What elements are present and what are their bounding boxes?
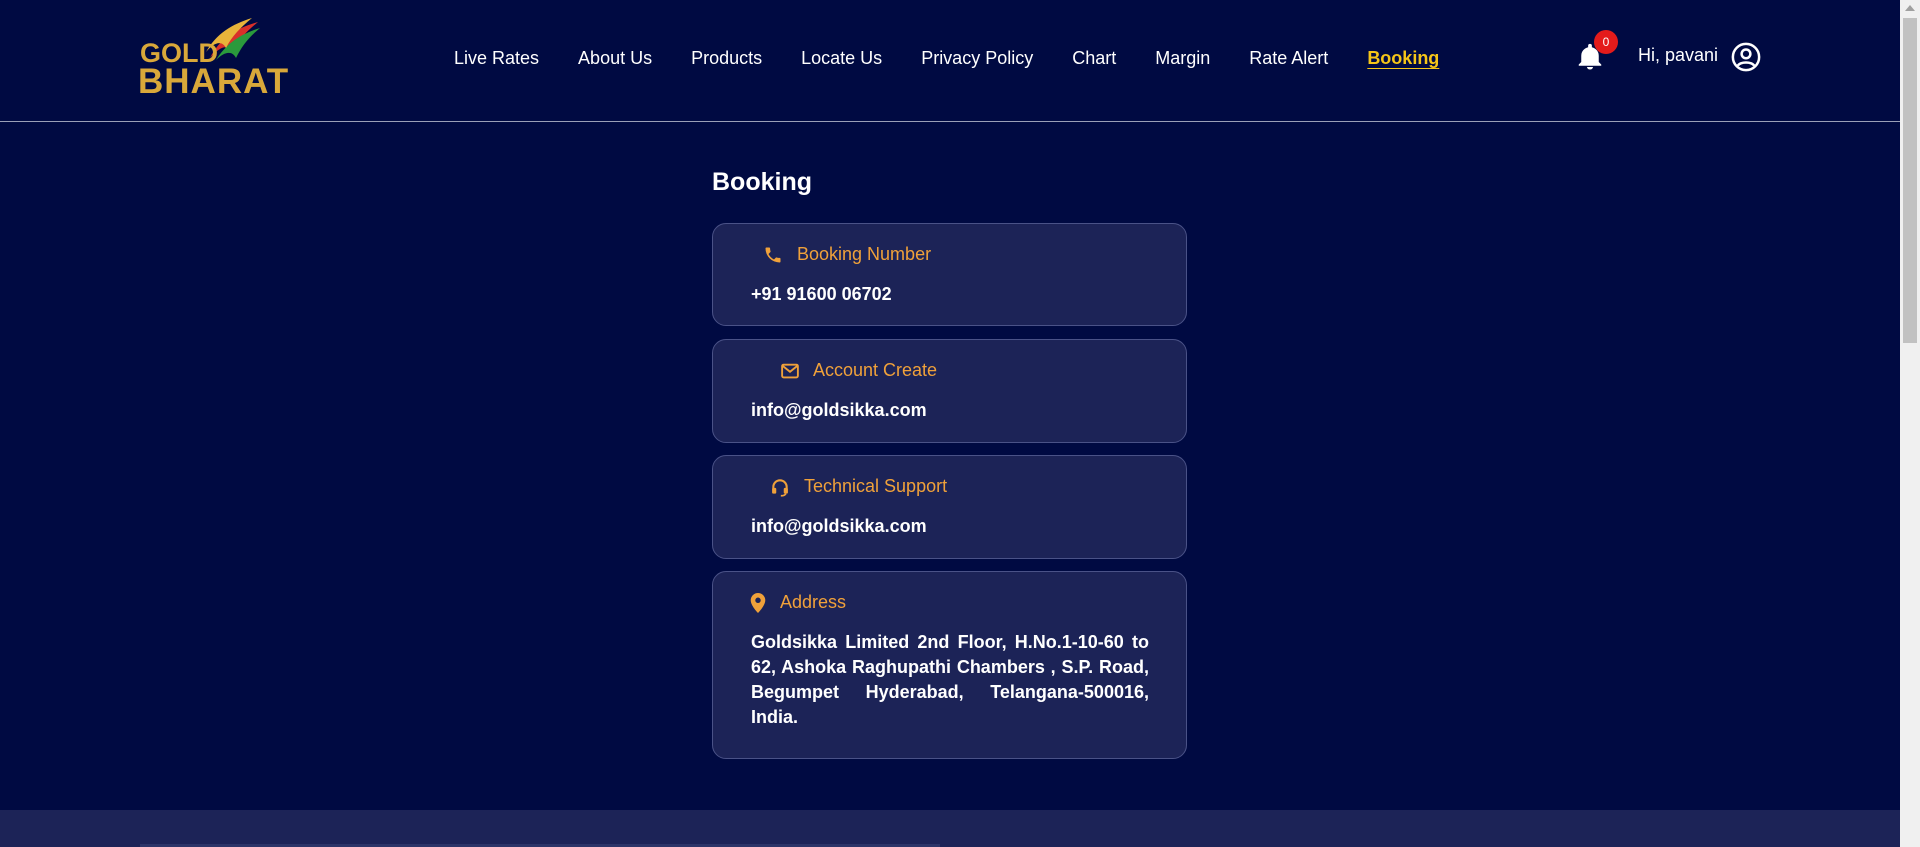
account-create-card: Account Create info@goldsikka.com: [712, 339, 1187, 443]
booking-number-card: Booking Number +91 91600 06702: [712, 223, 1187, 326]
nav-locate-us[interactable]: Locate Us: [801, 46, 882, 70]
card-label: Booking Number: [797, 244, 932, 264]
card-label: Technical Support: [804, 476, 948, 496]
technical-support-card: Technical Support info@goldsikka.com: [712, 455, 1187, 559]
card-header: Account Create: [781, 360, 937, 381]
nav-rate-alert[interactable]: Rate Alert: [1249, 46, 1328, 70]
scroll-thumb[interactable]: [1903, 18, 1917, 343]
booking-phone-number[interactable]: +91 91600 06702: [751, 284, 892, 305]
page-scrollbar[interactable]: [1900, 0, 1920, 847]
nav-live-rates[interactable]: Live Rates: [454, 46, 539, 70]
booking-page: GOLD BHARAT Live Rates About Us Products…: [0, 0, 1920, 847]
logo-text-bharat: BHARAT: [138, 62, 290, 101]
location-pin-icon: [750, 592, 766, 613]
envelope-icon: [781, 363, 799, 378]
phone-icon: [765, 247, 781, 262]
main-nav: Live Rates About Us Products Locate Us P…: [454, 46, 1478, 70]
account-email[interactable]: info@goldsikka.com: [751, 400, 927, 421]
nav-about-us[interactable]: About Us: [578, 46, 652, 70]
card-header: Address: [750, 592, 846, 613]
gold-bharat-logo[interactable]: GOLD BHARAT: [138, 18, 298, 101]
support-email[interactable]: info@goldsikka.com: [751, 516, 927, 537]
user-circle-icon[interactable]: [1731, 42, 1761, 72]
nav-privacy-policy[interactable]: Privacy Policy: [921, 46, 1033, 70]
address-card: Address Goldsikka Limited 2nd Floor, H.N…: [712, 571, 1187, 759]
nav-products[interactable]: Products: [691, 46, 762, 70]
notification-count-badge: 0: [1594, 30, 1618, 54]
card-label: Address: [780, 592, 847, 612]
nav-chart[interactable]: Chart: [1072, 46, 1116, 70]
nav-booking[interactable]: Booking: [1367, 46, 1439, 70]
card-header: Technical Support: [770, 476, 947, 497]
top-header: GOLD BHARAT Live Rates About Us Products…: [0, 0, 1900, 122]
nav-margin[interactable]: Margin: [1155, 46, 1210, 70]
address-text: Goldsikka Limited 2nd Floor, H.No.1-10-6…: [751, 632, 1149, 727]
footer-band: [0, 810, 1900, 847]
user-greeting: Hi, pavani: [1638, 45, 1719, 65]
headset-icon: [772, 478, 788, 497]
scroll-up-arrow-icon[interactable]: [1905, 5, 1915, 11]
page-title: Booking: [712, 168, 812, 196]
card-header: Booking Number: [763, 244, 931, 265]
card-label: Account Create: [813, 360, 938, 380]
